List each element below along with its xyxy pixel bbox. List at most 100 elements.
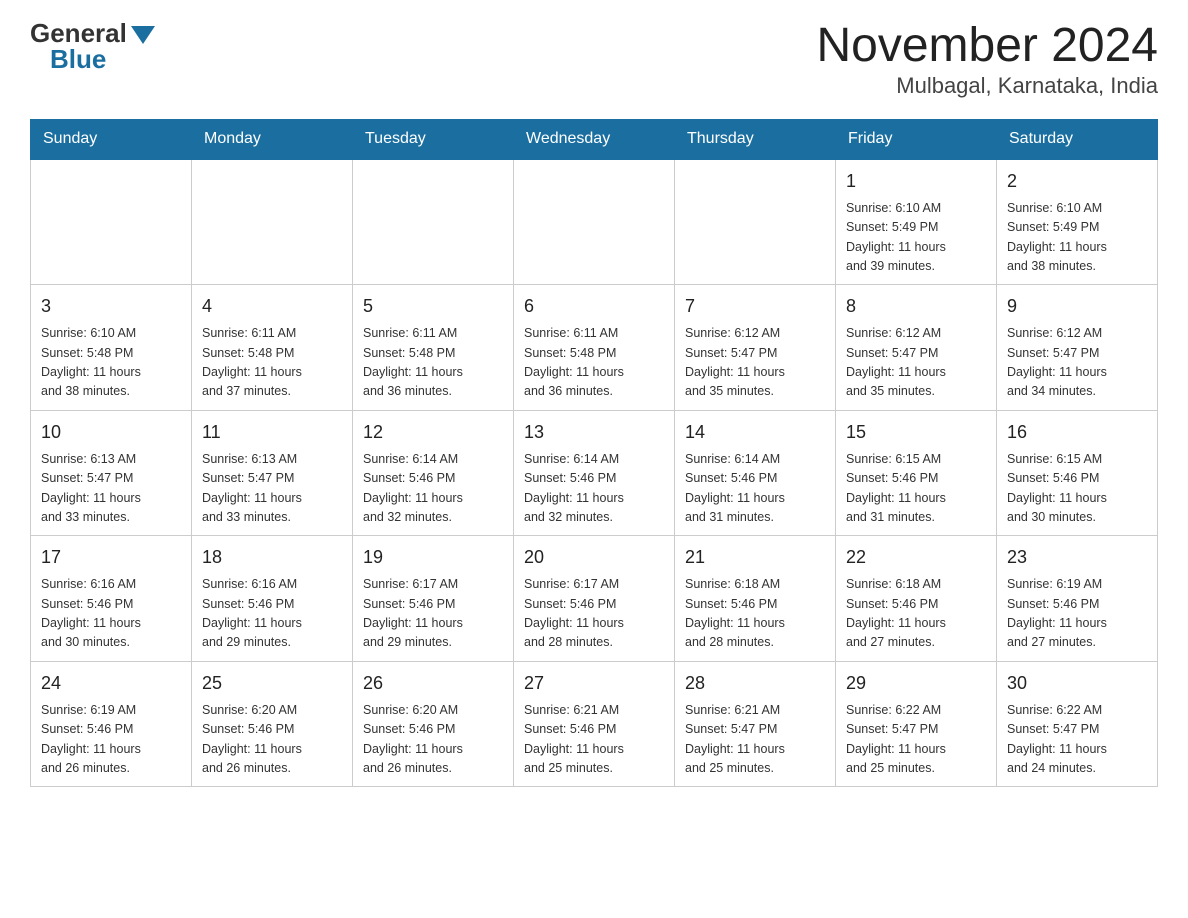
day-number: 3 [41, 293, 181, 320]
calendar-cell: 19 Sunrise: 6:17 AMSunset: 5:46 PMDayligh… [353, 536, 514, 662]
calendar-week-4: 17 Sunrise: 6:16 AMSunset: 5:46 PMDayligh… [31, 536, 1158, 662]
calendar-cell: 15 Sunrise: 6:15 AMSunset: 5:46 PMDayligh… [836, 410, 997, 536]
day-info: Sunrise: 6:10 AMSunset: 5:49 PMDaylight:… [1007, 199, 1147, 277]
calendar-cell: 26Sunrise: 6:20 AMSunset: 5:46 PMDayligh… [353, 661, 514, 787]
day-info: Sunrise: 6:18 AMSunset: 5:46 PMDaylight:… [846, 575, 986, 653]
day-info: Sunrise: 6:15 AMSunset: 5:46 PMDaylight:… [846, 450, 986, 528]
calendar-cell: 30 Sunrise: 6:22 AMSunset: 5:47 PMDayligh… [997, 661, 1158, 787]
day-number: 5 [363, 293, 503, 320]
day-info: Sunrise: 6:10 AMSunset: 5:49 PMDaylight:… [846, 199, 986, 277]
day-number: 18 [202, 544, 342, 571]
weekday-header-sunday: Sunday [31, 119, 192, 159]
calendar-cell [514, 159, 675, 285]
day-info: Sunrise: 6:17 AMSunset: 5:46 PMDaylight:… [363, 575, 503, 653]
day-number: 20 [524, 544, 664, 571]
calendar-cell: 10Sunrise: 6:13 AMSunset: 5:47 PMDayligh… [31, 410, 192, 536]
day-number: 16 [1007, 419, 1147, 446]
calendar-cell: 1 Sunrise: 6:10 AMSunset: 5:49 PMDaylight… [836, 159, 997, 285]
day-number: 25 [202, 670, 342, 697]
calendar-cell: 20 Sunrise: 6:17 AMSunset: 5:46 PMDayligh… [514, 536, 675, 662]
day-number: 19 [363, 544, 503, 571]
day-info: Sunrise: 6:20 AMSunset: 5:46 PMDaylight:… [202, 701, 342, 779]
calendar-cell: 7Sunrise: 6:12 AMSunset: 5:47 PMDaylight… [675, 285, 836, 411]
day-number: 4 [202, 293, 342, 320]
day-info: Sunrise: 6:19 AMSunset: 5:46 PMDaylight:… [1007, 575, 1147, 653]
day-number: 30 [1007, 670, 1147, 697]
calendar-cell [31, 159, 192, 285]
calendar-cell: 12 Sunrise: 6:14 AMSunset: 5:46 PMDayligh… [353, 410, 514, 536]
day-info: Sunrise: 6:14 AMSunset: 5:46 PMDaylight:… [685, 450, 825, 528]
logo: General Blue [30, 20, 155, 72]
day-number: 2 [1007, 168, 1147, 195]
calendar-cell: 9 Sunrise: 6:12 AMSunset: 5:47 PMDaylight… [997, 285, 1158, 411]
day-number: 6 [524, 293, 664, 320]
day-number: 17 [41, 544, 181, 571]
day-number: 10 [41, 419, 181, 446]
logo-triangle-icon [131, 26, 155, 44]
calendar-week-1: 1 Sunrise: 6:10 AMSunset: 5:49 PMDaylight… [31, 159, 1158, 285]
day-info: Sunrise: 6:12 AMSunset: 5:47 PMDaylight:… [846, 324, 986, 402]
calendar-cell: 6 Sunrise: 6:11 AMSunset: 5:48 PMDaylight… [514, 285, 675, 411]
day-number: 14 [685, 419, 825, 446]
weekday-header-thursday: Thursday [675, 119, 836, 159]
day-number: 11 [202, 419, 342, 446]
page-header: General Blue November 2024 Mulbagal, Kar… [30, 20, 1158, 99]
day-number: 15 [846, 419, 986, 446]
month-title: November 2024 [816, 20, 1158, 73]
day-number: 27 [524, 670, 664, 697]
calendar-cell: 21 Sunrise: 6:18 AMSunset: 5:46 PMDayligh… [675, 536, 836, 662]
weekday-header-monday: Monday [192, 119, 353, 159]
calendar-cell [353, 159, 514, 285]
day-info: Sunrise: 6:11 AMSunset: 5:48 PMDaylight:… [524, 324, 664, 402]
weekday-row: SundayMondayTuesdayWednesdayThursdayFrid… [31, 119, 1158, 159]
calendar-cell: 2 Sunrise: 6:10 AMSunset: 5:49 PMDaylight… [997, 159, 1158, 285]
day-info: Sunrise: 6:22 AMSunset: 5:47 PMDaylight:… [1007, 701, 1147, 779]
calendar-cell [675, 159, 836, 285]
day-number: 22 [846, 544, 986, 571]
calendar-cell: 3 Sunrise: 6:10 AMSunset: 5:48 PMDaylight… [31, 285, 192, 411]
day-number: 13 [524, 419, 664, 446]
calendar-week-3: 10Sunrise: 6:13 AMSunset: 5:47 PMDayligh… [31, 410, 1158, 536]
calendar-cell: 13 Sunrise: 6:14 AMSunset: 5:46 PMDayligh… [514, 410, 675, 536]
day-info: Sunrise: 6:21 AMSunset: 5:46 PMDaylight:… [524, 701, 664, 779]
calendar-cell: 27 Sunrise: 6:21 AMSunset: 5:46 PMDayligh… [514, 661, 675, 787]
calendar-cell: 17 Sunrise: 6:16 AMSunset: 5:46 PMDayligh… [31, 536, 192, 662]
day-number: 28 [685, 670, 825, 697]
day-info: Sunrise: 6:11 AMSunset: 5:48 PMDaylight:… [202, 324, 342, 402]
day-info: Sunrise: 6:14 AMSunset: 5:46 PMDaylight:… [524, 450, 664, 528]
calendar-cell: 11Sunrise: 6:13 AMSunset: 5:47 PMDayligh… [192, 410, 353, 536]
calendar-cell: 24Sunrise: 6:19 AMSunset: 5:46 PMDayligh… [31, 661, 192, 787]
day-number: 7 [685, 293, 825, 320]
day-info: Sunrise: 6:22 AMSunset: 5:47 PMDaylight:… [846, 701, 986, 779]
day-number: 26 [363, 670, 503, 697]
weekday-header-tuesday: Tuesday [353, 119, 514, 159]
calendar-cell: 5 Sunrise: 6:11 AMSunset: 5:48 PMDaylight… [353, 285, 514, 411]
calendar-week-5: 24Sunrise: 6:19 AMSunset: 5:46 PMDayligh… [31, 661, 1158, 787]
day-number: 9 [1007, 293, 1147, 320]
calendar-header: SundayMondayTuesdayWednesdayThursdayFrid… [31, 119, 1158, 159]
day-info: Sunrise: 6:21 AMSunset: 5:47 PMDaylight:… [685, 701, 825, 779]
calendar-cell: 16Sunrise: 6:15 AMSunset: 5:46 PMDayligh… [997, 410, 1158, 536]
calendar-cell: 8Sunrise: 6:12 AMSunset: 5:47 PMDaylight… [836, 285, 997, 411]
day-info: Sunrise: 6:12 AMSunset: 5:47 PMDaylight:… [1007, 324, 1147, 402]
calendar-cell: 29 Sunrise: 6:22 AMSunset: 5:47 PMDayligh… [836, 661, 997, 787]
location-title: Mulbagal, Karnataka, India [816, 73, 1158, 99]
day-number: 29 [846, 670, 986, 697]
day-info: Sunrise: 6:11 AMSunset: 5:48 PMDaylight:… [363, 324, 503, 402]
day-info: Sunrise: 6:16 AMSunset: 5:46 PMDaylight:… [41, 575, 181, 653]
day-info: Sunrise: 6:10 AMSunset: 5:48 PMDaylight:… [41, 324, 181, 402]
day-number: 12 [363, 419, 503, 446]
logo-blue-text: Blue [50, 46, 106, 72]
calendar-table: SundayMondayTuesdayWednesdayThursdayFrid… [30, 119, 1158, 788]
calendar-cell: 18Sunrise: 6:16 AMSunset: 5:46 PMDayligh… [192, 536, 353, 662]
day-info: Sunrise: 6:14 AMSunset: 5:46 PMDaylight:… [363, 450, 503, 528]
title-section: November 2024 Mulbagal, Karnataka, India [816, 20, 1158, 99]
calendar-week-2: 3 Sunrise: 6:10 AMSunset: 5:48 PMDaylight… [31, 285, 1158, 411]
calendar-cell: 25 Sunrise: 6:20 AMSunset: 5:46 PMDayligh… [192, 661, 353, 787]
weekday-header-friday: Friday [836, 119, 997, 159]
day-info: Sunrise: 6:17 AMSunset: 5:46 PMDaylight:… [524, 575, 664, 653]
day-number: 21 [685, 544, 825, 571]
day-info: Sunrise: 6:18 AMSunset: 5:46 PMDaylight:… [685, 575, 825, 653]
day-number: 1 [846, 168, 986, 195]
weekday-header-wednesday: Wednesday [514, 119, 675, 159]
